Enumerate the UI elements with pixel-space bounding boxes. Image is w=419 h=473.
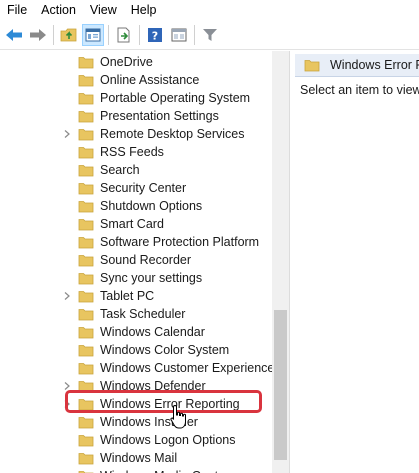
folder-icon — [78, 201, 94, 213]
tree-item[interactable]: RSS Feeds — [0, 143, 272, 161]
tree-item[interactable]: Windows Logon Options — [0, 431, 272, 449]
tree-item[interactable]: Windows Media Center — [0, 467, 272, 473]
folder-icon — [304, 60, 320, 72]
menu-view[interactable]: View — [83, 0, 124, 20]
tree-item[interactable]: Remote Desktop Services — [0, 125, 272, 143]
tree-item-label: Search — [100, 163, 140, 177]
tree-item[interactable]: Windows Color System — [0, 341, 272, 359]
tree-item-label: OneDrive — [100, 55, 153, 69]
tree-item[interactable]: Shutdown Options — [0, 197, 272, 215]
tree-item-label: Portable Operating System — [100, 91, 251, 105]
folder-icon — [78, 237, 94, 249]
folder-icon — [78, 273, 94, 285]
folder-icon — [78, 435, 94, 447]
tree-item[interactable]: Windows Installer — [0, 413, 272, 431]
back-arrow-icon[interactable] — [3, 24, 25, 46]
tree-item-label: Remote Desktop Services — [100, 127, 245, 141]
chevron-right-icon[interactable] — [62, 129, 72, 139]
highlight-box — [65, 390, 262, 413]
folder-icon — [78, 291, 94, 303]
tree-item-label: Smart Card — [100, 217, 164, 231]
tree-item-label: Presentation Settings — [100, 109, 219, 123]
toolbar-separator — [108, 24, 109, 45]
menu-bar: File Action View Help — [0, 0, 419, 20]
folder-icon — [78, 453, 94, 465]
tree-item[interactable]: Sound Recorder — [0, 251, 272, 269]
folder-icon — [78, 345, 94, 357]
tree-item-label: Windows Color System — [100, 343, 230, 357]
folder-icon — [78, 111, 94, 123]
tree-item-label: Sync your settings — [100, 271, 203, 285]
folder-icon — [78, 219, 94, 231]
tree-item[interactable]: Task Scheduler — [0, 305, 272, 323]
details-title: Windows Error Rep — [330, 58, 419, 72]
tree-item-label: Software Protection Platform — [100, 235, 260, 249]
tree-item-label: Windows Customer Experience Ir — [100, 361, 286, 375]
details-header: Windows Error Rep — [295, 54, 419, 77]
folder-icon — [78, 147, 94, 159]
properties-icon[interactable] — [168, 24, 190, 46]
tree-item-label: Online Assistance — [100, 73, 200, 87]
folder-icon — [78, 129, 94, 141]
tree-item[interactable]: Windows Customer Experience Ir — [0, 359, 285, 377]
tree-item[interactable]: OneDrive — [0, 53, 272, 71]
menu-help[interactable]: Help — [124, 0, 164, 20]
folder-icon — [78, 183, 94, 195]
tree-item[interactable]: Windows Calendar — [0, 323, 272, 341]
tree-item[interactable]: Portable Operating System — [0, 89, 272, 107]
folder-icon — [78, 327, 94, 339]
hand-cursor-icon — [170, 404, 186, 429]
help-icon[interactable]: ? — [144, 24, 166, 46]
folder-icon — [78, 255, 94, 267]
chevron-right-icon[interactable] — [62, 291, 72, 301]
forward-arrow-icon[interactable] — [27, 24, 49, 46]
svg-text:?: ? — [152, 29, 158, 42]
folder-icon — [78, 57, 94, 69]
folder-icon — [78, 417, 94, 429]
folder-icon — [78, 165, 94, 177]
tree-item-label: Windows Mail — [100, 451, 178, 465]
folder-icon — [78, 75, 94, 87]
tree-item-label: RSS Feeds — [100, 145, 164, 159]
folder-icon — [78, 93, 94, 105]
tree-item-label: Windows Calendar — [100, 325, 205, 339]
tree-item-label: Shutdown Options — [100, 199, 203, 213]
tree-item-label: Tablet PC — [100, 289, 155, 303]
tree-item[interactable]: Smart Card — [0, 215, 272, 233]
tree-scrollbar-thumb[interactable] — [274, 310, 287, 460]
tree-item[interactable]: Tablet PC — [0, 287, 272, 305]
tree-item[interactable]: Online Assistance — [0, 71, 272, 89]
export-list-icon[interactable] — [113, 24, 135, 46]
tree-item[interactable]: Windows Mail — [0, 449, 272, 467]
details-pane: Windows Error Rep Select an item to view — [295, 51, 419, 473]
tree-item-label: Windows Media Center — [100, 467, 229, 473]
tree-item-label: Windows Logon Options — [100, 433, 236, 447]
toolbar-separator — [139, 24, 140, 45]
tree-item-label: Sound Recorder — [100, 253, 192, 267]
tree-item-label: Security Center — [100, 181, 187, 195]
toolbar: ? — [0, 20, 419, 50]
tree-item[interactable]: Security Center — [0, 179, 272, 197]
toolbar-separator — [194, 24, 195, 45]
tree-item[interactable]: Search — [0, 161, 272, 179]
folder-icon — [78, 309, 94, 321]
filter-icon[interactable] — [199, 24, 221, 46]
tree-item[interactable]: Software Protection Platform — [0, 233, 272, 251]
menu-file[interactable]: File — [0, 0, 34, 20]
details-message: Select an item to view — [300, 83, 419, 97]
menu-action[interactable]: Action — [34, 0, 83, 20]
folder-icon — [78, 363, 94, 375]
tree-item[interactable]: Sync your settings — [0, 269, 272, 287]
folder-up-icon[interactable] — [58, 24, 80, 46]
folder-icon — [78, 471, 94, 473]
show-hide-tree-icon[interactable] — [82, 23, 104, 46]
tree-item[interactable]: Presentation Settings — [0, 107, 272, 125]
toolbar-separator — [53, 24, 54, 45]
tree-item-label: Task Scheduler — [100, 307, 186, 321]
